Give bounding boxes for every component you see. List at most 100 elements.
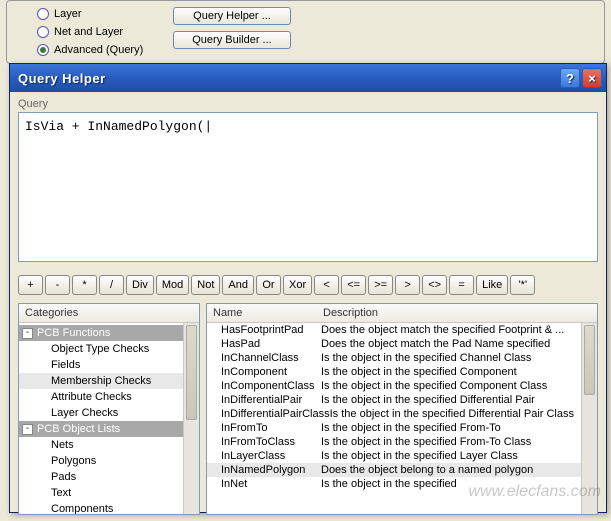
tree-group-header[interactable]: -PCB Functions [19,325,199,341]
categories-panel: Categories -PCB FunctionsObject Type Che… [18,303,200,515]
table-row[interactable]: InLayerClassIs the object in the specifi… [207,449,597,463]
op-button-7[interactable]: And [222,275,254,295]
scrollbar[interactable] [183,323,199,514]
op-button-16[interactable]: Like [476,275,508,295]
column-name-header[interactable]: Name [213,307,323,319]
row-desc: Is the object in the specified Channel C… [321,352,593,364]
table-row[interactable]: InFromToClassIs the object in the specif… [207,435,597,449]
row-desc: Does the object match the specified Foot… [321,324,593,336]
radio-advanced-query[interactable]: Advanced (Query) [37,41,173,59]
dialog-body: Query +-*/DivModNotAndOrXor<<=>=><>=Like… [10,92,606,521]
row-name: InNamedPolygon [211,464,321,476]
query-builder-button[interactable]: Query Builder ... [173,31,291,49]
functions-panel: Name Description HasFootprintPadDoes the… [206,303,598,515]
functions-list: HasFootprintPadDoes the object match the… [207,323,597,491]
categories-header[interactable]: Categories [19,304,199,323]
collapse-icon[interactable]: - [22,328,33,339]
row-desc: Is the object in the specified Component… [321,380,593,392]
table-row[interactable]: InFromToIs the object in the specified F… [207,421,597,435]
row-name: InLayerClass [211,450,321,462]
categories-tree: -PCB FunctionsObject Type ChecksFieldsMe… [19,323,199,514]
op-button-11[interactable]: <= [341,275,366,295]
row-desc: Does the object belong to a named polygo… [321,464,593,476]
table-row[interactable]: InNamedPolygonDoes the object belong to … [207,463,597,477]
row-name: InComponentClass [211,380,321,392]
op-button-5[interactable]: Mod [156,275,189,295]
row-name: InComponent [211,366,321,378]
row-name: InDifferentialPairClass [211,408,330,420]
table-row[interactable]: HasFootprintPadDoes the object match the… [207,323,597,337]
op-button-14[interactable]: <> [422,275,447,295]
op-button-0[interactable]: + [18,275,43,295]
row-desc: Is the object in the specified Different… [321,394,593,406]
scrollbar-thumb[interactable] [186,325,197,420]
op-button-12[interactable]: >= [368,275,393,295]
close-button[interactable]: × [582,68,602,88]
radio-label: Layer [54,8,82,20]
op-button-8[interactable]: Or [256,275,281,295]
op-button-9[interactable]: Xor [283,275,312,295]
operator-toolbar: +-*/DivModNotAndOrXor<<=>=><>=Like'*' [18,275,598,295]
op-button-10[interactable]: < [314,275,339,295]
table-row[interactable]: InChannelClassIs the object in the speci… [207,351,597,365]
tree-item[interactable]: Object Type Checks [19,341,199,357]
functions-header: Name Description [207,304,597,323]
dialog-titlebar[interactable]: Query Helper ? × [10,64,606,92]
lower-panels: Categories -PCB FunctionsObject Type Che… [18,303,598,515]
radio-net-and-layer[interactable]: Net and Layer [37,23,173,41]
categories-header-label: Categories [25,307,78,319]
op-button-1[interactable]: - [45,275,70,295]
tree-item[interactable]: Fields [19,357,199,373]
table-row[interactable]: InDifferentialPairIs the object in the s… [207,393,597,407]
op-button-17[interactable]: '*' [510,275,535,295]
scrollbar-thumb[interactable] [584,325,595,395]
op-button-3[interactable]: / [99,275,124,295]
query-input[interactable] [18,112,598,262]
op-button-4[interactable]: Div [126,275,154,295]
tree-item[interactable]: Attribute Checks [19,389,199,405]
query-helper-dialog: Query Helper ? × Query +-*/DivModNotAndO… [9,63,607,513]
row-name: InFromToClass [211,436,321,448]
row-name: InNet [211,478,321,490]
query-helper-button[interactable]: Query Helper ... [173,7,291,25]
scope-button-column: Query Helper ... Query Builder ... [173,5,291,49]
rule-scope-panel: Layer Net and Layer Advanced (Query) Que… [6,0,605,64]
table-row[interactable]: InNetIs the object in the specified [207,477,597,491]
column-desc-header[interactable]: Description [323,307,591,319]
tree-group-label: PCB Functions [37,327,110,339]
radio-layer[interactable]: Layer [37,5,173,23]
op-button-15[interactable]: = [449,275,474,295]
tree-item[interactable]: Layer Checks [19,405,199,421]
tree-group-label: PCB Object Lists [37,423,120,435]
tree-item[interactable]: Nets [19,437,199,453]
tree-group-header[interactable]: -PCB Object Lists [19,421,199,437]
row-desc: Is the object in the specified [321,478,593,490]
help-button[interactable]: ? [560,68,580,88]
radio-icon [37,8,49,20]
scope-radio-group: Layer Net and Layer Advanced (Query) [37,5,173,59]
op-button-13[interactable]: > [395,275,420,295]
row-name: InChannelClass [211,352,321,364]
table-row[interactable]: InDifferentialPairClassIs the object in … [207,407,597,421]
table-row[interactable]: InComponentIs the object in the specifie… [207,365,597,379]
radio-icon [37,44,49,56]
tree-item[interactable]: Membership Checks [19,373,199,389]
tree-item[interactable]: Components [19,501,199,514]
tree-item[interactable]: Text [19,485,199,501]
table-row[interactable]: InComponentClassIs the object in the spe… [207,379,597,393]
dialog-title: Query Helper [18,71,560,86]
radio-label: Advanced (Query) [54,44,143,56]
op-button-6[interactable]: Not [191,275,220,295]
row-desc: Is the object in the specified From-To C… [321,436,593,448]
table-row[interactable]: HasPadDoes the object match the Pad Name… [207,337,597,351]
collapse-icon[interactable]: - [22,424,33,435]
op-button-2[interactable]: * [72,275,97,295]
row-desc: Is the object in the specified Component [321,366,593,378]
row-desc: Is the object in the specified Different… [330,408,593,420]
radio-label: Net and Layer [54,26,123,38]
row-desc: Does the object match the Pad Name speci… [321,338,593,350]
tree-item[interactable]: Polygons [19,453,199,469]
scrollbar[interactable] [581,323,597,514]
tree-item[interactable]: Pads [19,469,199,485]
row-desc: Is the object in the specified From-To [321,422,593,434]
